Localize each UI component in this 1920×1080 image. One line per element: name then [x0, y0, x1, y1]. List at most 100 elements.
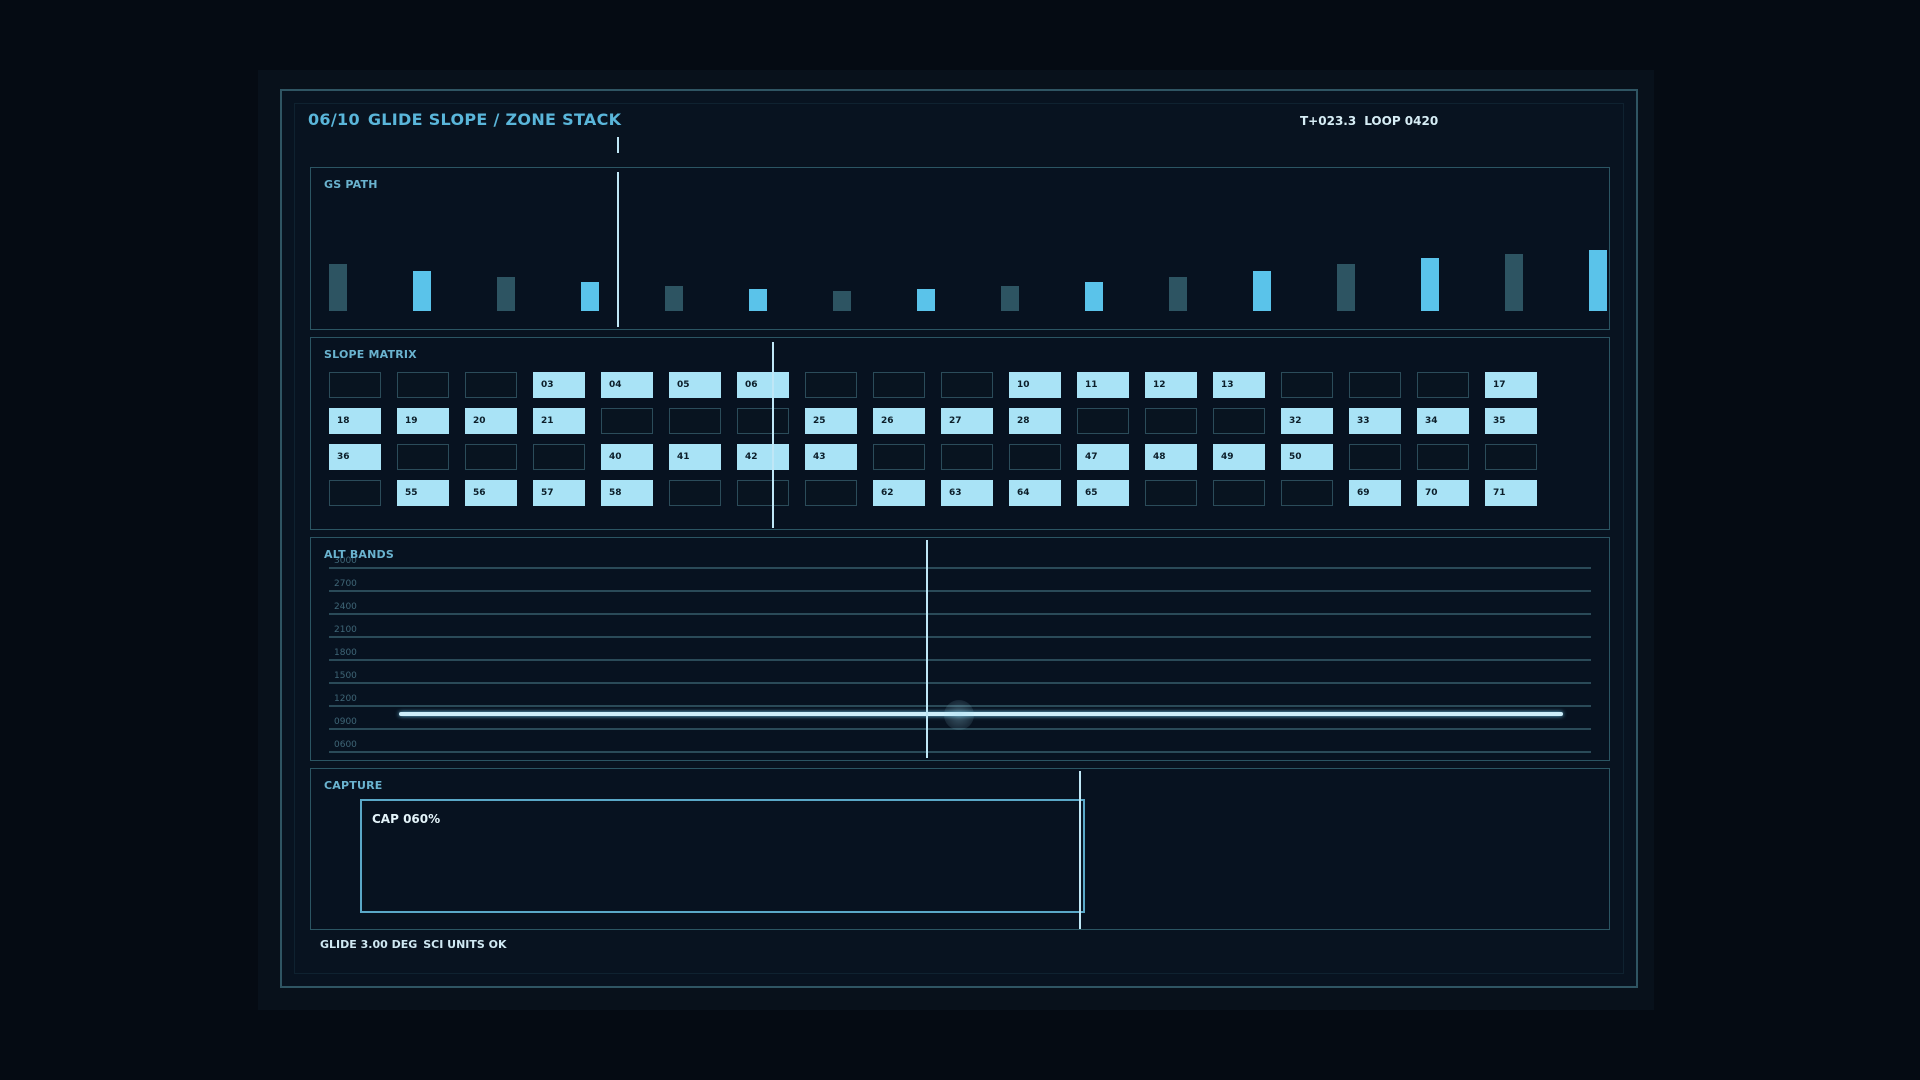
slope-matrix-panel: SLOPE MATRIX 03 04 05 06 10 11 12 13 17 18 19 20 21 2… [310, 337, 1610, 530]
matrix-cell[interactable] [1213, 480, 1265, 506]
matrix-cell[interactable] [1417, 372, 1469, 398]
matrix-cell[interactable]: 47 [1077, 444, 1129, 470]
matrix-cell[interactable] [1281, 480, 1333, 506]
gs-bar [581, 282, 599, 311]
matrix-cell[interactable]: 56 [465, 480, 517, 506]
gs-bar [1589, 250, 1607, 311]
matrix-cell[interactable]: 28 [1009, 408, 1061, 434]
matrix-cell[interactable]: 18 [329, 408, 381, 434]
matrix-cell[interactable]: 19 [397, 408, 449, 434]
matrix-cell[interactable]: 57 [533, 480, 585, 506]
matrix-cell[interactable]: 69 [1349, 480, 1401, 506]
matrix-cell[interactable]: 65 [1077, 480, 1129, 506]
matrix-cell[interactable]: 05 [669, 372, 721, 398]
page-title: 06/10 GLIDE SLOPE / ZONE STACK [308, 110, 621, 129]
matrix-cell[interactable] [601, 408, 653, 434]
status-readout: T+023.3 LOOP 0420 [1300, 114, 1446, 128]
matrix-cell[interactable] [397, 372, 449, 398]
matrix-cell[interactable]: 25 [805, 408, 857, 434]
matrix-cell[interactable]: 04 [601, 372, 653, 398]
matrix-cell[interactable]: 26 [873, 408, 925, 434]
matrix-cell[interactable] [805, 372, 857, 398]
gs-bar [1337, 264, 1355, 311]
matrix-cell[interactable] [465, 444, 517, 470]
matrix-cell[interactable] [329, 372, 381, 398]
matrix-cell[interactable]: 11 [1077, 372, 1129, 398]
matrix-cell[interactable]: 40 [601, 444, 653, 470]
matrix-cell[interactable] [941, 372, 993, 398]
matrix-cell[interactable]: 50 [1281, 444, 1333, 470]
matrix-cell[interactable]: 06 [737, 372, 789, 398]
footer-status: GLIDE 3.00 DEG SCI UNITS OK [320, 938, 513, 951]
matrix-cell[interactable]: 36 [329, 444, 381, 470]
matrix-cell[interactable]: 03 [533, 372, 585, 398]
matrix-cell[interactable] [669, 480, 721, 506]
gs-bar [665, 286, 683, 311]
matrix-cell[interactable] [737, 480, 789, 506]
matrix-cell[interactable]: 41 [669, 444, 721, 470]
matrix-cell[interactable]: 55 [397, 480, 449, 506]
matrix-cell[interactable] [397, 444, 449, 470]
matrix-cell[interactable] [941, 444, 993, 470]
alt-band-label: 0900 [334, 717, 357, 727]
alt-band-line [329, 613, 1591, 615]
matrix-cell[interactable]: 62 [873, 480, 925, 506]
matrix-cell[interactable] [1213, 408, 1265, 434]
matrix-cell[interactable] [1281, 372, 1333, 398]
gs-bar [1085, 282, 1103, 311]
matrix-cell[interactable] [533, 444, 585, 470]
matrix-cell[interactable] [1009, 444, 1061, 470]
matrix-cell[interactable]: 49 [1213, 444, 1265, 470]
matrix-cell[interactable]: 35 [1485, 408, 1537, 434]
matrix-cell[interactable] [805, 480, 857, 506]
alt-band-line [329, 682, 1591, 684]
matrix-cell[interactable] [873, 372, 925, 398]
matrix-cell[interactable]: 21 [533, 408, 585, 434]
matrix-cell[interactable] [669, 408, 721, 434]
matrix-cell[interactable]: 10 [1009, 372, 1061, 398]
matrix-cell[interactable]: 34 [1417, 408, 1469, 434]
matrix-cell[interactable]: 20 [465, 408, 517, 434]
matrix-cell[interactable]: 27 [941, 408, 993, 434]
matrix-cell[interactable] [737, 408, 789, 434]
matrix-cell[interactable] [329, 480, 381, 506]
title-text: GLIDE SLOPE / ZONE STACK [367, 110, 622, 129]
matrix-cell[interactable]: 32 [1281, 408, 1333, 434]
slope-matrix-label: SLOPE MATRIX [324, 348, 417, 361]
matrix-cell[interactable]: 63 [941, 480, 993, 506]
alt-band-label: 1200 [334, 694, 357, 704]
matrix-cell[interactable]: 13 [1213, 372, 1265, 398]
gs-bar [413, 271, 431, 311]
matrix-cell[interactable] [1485, 444, 1537, 470]
matrix-cell[interactable] [1077, 408, 1129, 434]
matrix-cell[interactable]: 71 [1485, 480, 1537, 506]
gs-bar [1505, 254, 1523, 311]
matrix-cell[interactable] [1145, 408, 1197, 434]
matrix-cell[interactable]: 48 [1145, 444, 1197, 470]
alt-band-label: 2400 [334, 602, 357, 612]
alt-band-label: 1800 [334, 648, 357, 658]
matrix-cell[interactable]: 42 [737, 444, 789, 470]
matrix-cell[interactable] [1417, 444, 1469, 470]
gs-bar [1253, 271, 1271, 311]
matrix-cell[interactable] [873, 444, 925, 470]
matrix-cell[interactable]: 64 [1009, 480, 1061, 506]
matrix-cell[interactable] [465, 372, 517, 398]
alt-band-line [329, 751, 1591, 753]
capture-cursor-line[interactable] [1079, 771, 1081, 929]
matrix-cell[interactable] [1349, 444, 1401, 470]
matrix-cell[interactable]: 33 [1349, 408, 1401, 434]
matrix-cell[interactable]: 12 [1145, 372, 1197, 398]
matrix-cell[interactable]: 70 [1417, 480, 1469, 506]
alt-bands-label: ALT BANDS [324, 548, 394, 561]
matrix-cell[interactable]: 43 [805, 444, 857, 470]
gs-cursor-line[interactable] [617, 172, 619, 327]
matrix-cell[interactable] [1145, 480, 1197, 506]
matrix-cell[interactable] [1349, 372, 1401, 398]
altitude-marker [944, 700, 974, 730]
matrix-cell[interactable]: 17 [1485, 372, 1537, 398]
units-status: SCI UNITS OK [423, 938, 507, 951]
alt-cursor-line[interactable] [926, 540, 928, 758]
matrix-cell[interactable]: 58 [601, 480, 653, 506]
matrix-cursor-line[interactable] [772, 342, 774, 528]
